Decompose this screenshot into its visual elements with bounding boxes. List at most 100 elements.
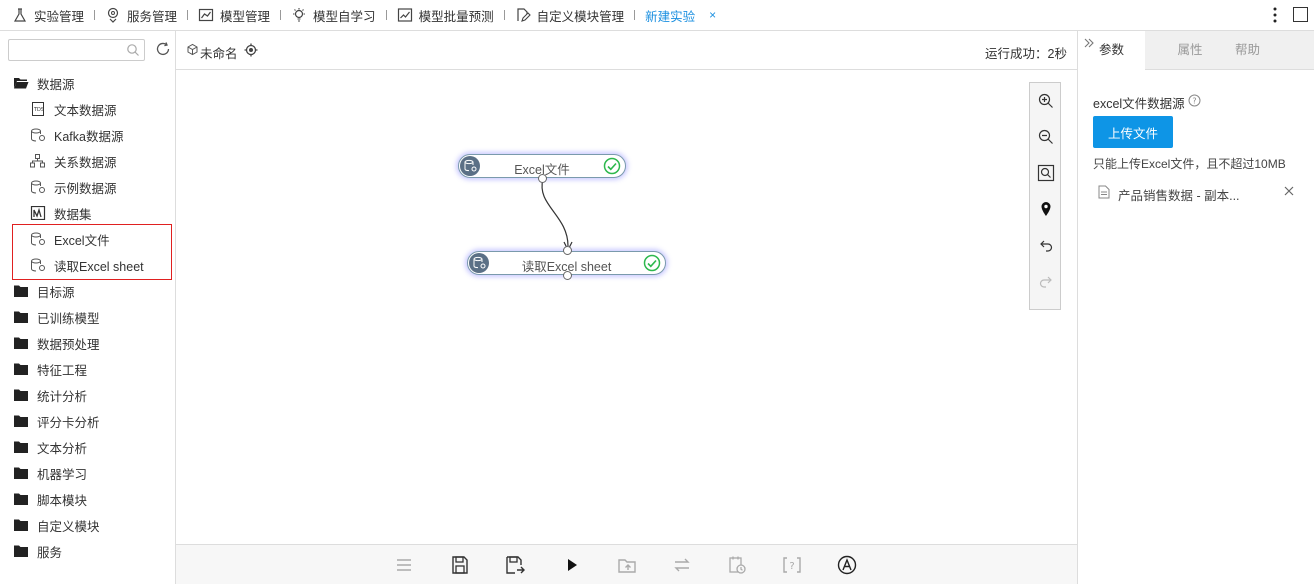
tree-folder[interactable]: 自定义模块 <box>0 512 176 538</box>
tree-folder[interactable]: 脚本模块 <box>0 486 176 512</box>
tree-folder[interactable]: 目标源 <box>0 278 176 304</box>
nav-divider <box>634 10 636 20</box>
auto-layout-icon[interactable] <box>837 555 857 575</box>
nav-custom-module-management[interactable]: 自定义模块管理 <box>515 0 625 30</box>
tree-item-sample-datasource[interactable]: 示例数据源 <box>0 174 176 200</box>
refresh-icon[interactable] <box>155 41 171 57</box>
output-port[interactable] <box>563 271 572 280</box>
tree-folder[interactable]: 特征工程 <box>0 356 176 382</box>
tree-item-excel-file[interactable]: Excel文件 <box>0 226 176 252</box>
close-icon[interactable] <box>1283 185 1295 197</box>
tab-close-icon[interactable]: × <box>709 8 716 22</box>
run-icon[interactable] <box>562 555 582 575</box>
property-panel: 参数 属性 帮助 excel文件数据源 ? 上传文件 只能上传Excel文件，且… <box>1077 31 1314 584</box>
tree-label: 示例数据源 <box>54 181 117 196</box>
undo-icon[interactable] <box>1037 236 1055 254</box>
nav-label: 服务管理 <box>127 9 178 24</box>
chevron-double-right-icon[interactable] <box>1083 37 1095 49</box>
gear-icon[interactable] <box>244 43 258 57</box>
redo-icon[interactable] <box>1037 272 1055 290</box>
tree-item-text-datasource[interactable]: TDS 文本数据源 <box>0 96 176 122</box>
nav-model-management[interactable]: 模型管理 <box>198 0 270 30</box>
lightbulb-icon <box>293 8 306 22</box>
tree-folder[interactable]: 统计分析 <box>0 382 176 408</box>
help-circle-icon[interactable]: ? <box>1188 94 1201 107</box>
bottom-toolbar: ? <box>176 544 1077 584</box>
nav-divider <box>385 10 387 20</box>
export-icon[interactable] <box>617 555 637 575</box>
nav-label: 模型自学习 <box>313 9 376 24</box>
nav-model-batch-prediction[interactable]: 模型批量预测 <box>397 0 494 30</box>
tree-folder[interactable]: 已训练模型 <box>0 304 176 330</box>
pen-doc-icon <box>516 8 531 22</box>
svg-text:TDS: TDS <box>33 107 44 113</box>
save-as-icon[interactable] <box>505 555 525 575</box>
nav-label: 自定义模块管理 <box>536 9 625 24</box>
nav-experiment-management[interactable]: 实验管理 <box>12 0 84 30</box>
tree-folder-datasource[interactable]: 数据源 <box>0 70 176 96</box>
edge-excel-to-sheet[interactable] <box>541 178 569 247</box>
tree-folder[interactable]: 文本分析 <box>0 434 176 460</box>
folder-icon <box>14 519 28 531</box>
folder-icon <box>14 389 28 401</box>
tree-folder[interactable]: 评分卡分析 <box>0 408 176 434</box>
search-input[interactable] <box>9 40 124 60</box>
zoom-out-icon[interactable] <box>1037 128 1055 146</box>
input-port[interactable] <box>563 246 572 255</box>
tree-label: 目标源 <box>37 285 75 300</box>
experiment-icon <box>187 43 198 56</box>
tree-label: 已训练模型 <box>37 311 100 326</box>
nav-divider <box>94 10 96 20</box>
tab-help[interactable]: 帮助 <box>1210 31 1285 70</box>
uploaded-file-name[interactable]: 产品销售数据 - 副本... <box>1118 185 1240 204</box>
tree-item-relational-datasource[interactable]: 关系数据源 <box>0 148 176 174</box>
nav-label: 模型管理 <box>220 9 271 24</box>
list-icon[interactable] <box>394 555 414 575</box>
search-icon[interactable] <box>126 43 140 57</box>
fullscreen-icon[interactable] <box>1293 7 1308 22</box>
tab-new-experiment-label: 新建实验 <box>645 9 696 24</box>
success-check-icon <box>603 157 621 175</box>
experiment-name[interactable]: 未命名 <box>200 43 238 62</box>
tree-item-dataset[interactable]: 数据集 <box>0 200 176 226</box>
database-gear-icon <box>31 232 45 246</box>
schedule-icon[interactable] <box>727 555 747 575</box>
tree-folder[interactable]: 服务 <box>0 538 176 564</box>
module-tree: 数据源 TDS 文本数据源 Kafka数据源 关系数据源 示例数据源 数据集 E… <box>0 70 176 564</box>
tree-label: 文本数据源 <box>54 103 117 118</box>
tree-label: 数据预处理 <box>37 337 100 352</box>
tab-new-experiment[interactable]: 新建实验 <box>645 0 695 30</box>
folder-icon <box>14 467 28 479</box>
tree-label: 数据源 <box>37 77 75 92</box>
database-gear-icon <box>31 128 45 142</box>
fit-view-icon[interactable] <box>1037 164 1055 182</box>
svg-text:?: ? <box>1192 97 1196 106</box>
folder-open-icon <box>14 78 29 89</box>
help-bracket-icon[interactable]: ? <box>782 555 802 575</box>
upload-file-button[interactable]: 上传文件 <box>1093 116 1173 148</box>
tree-item-read-excel-sheet[interactable]: 读取Excel sheet <box>0 252 176 278</box>
nav-service-management[interactable]: 服务管理 <box>105 0 177 30</box>
tree-label: 特征工程 <box>37 363 88 378</box>
relation-icon <box>30 154 45 168</box>
folder-icon <box>14 493 28 505</box>
tree-item-kafka-datasource[interactable]: Kafka数据源 <box>0 122 176 148</box>
search-box <box>8 39 145 61</box>
dataset-icon <box>30 206 46 220</box>
folder-icon <box>14 311 28 323</box>
nav-divider <box>280 10 282 20</box>
nav-model-self-learning[interactable]: 模型自学习 <box>291 0 376 30</box>
experiment-canvas[interactable]: Excel文件 读取Excel sheet <box>176 70 1077 544</box>
more-options-icon[interactable] <box>1268 6 1282 24</box>
tree-label: 服务 <box>37 545 63 560</box>
tab-label: 属性 <box>1177 43 1203 57</box>
save-icon[interactable] <box>450 555 470 575</box>
output-port[interactable] <box>538 174 547 183</box>
tree-folder[interactable]: 数据预处理 <box>0 330 176 356</box>
tree-folder[interactable]: 机器学习 <box>0 460 176 486</box>
locate-icon[interactable] <box>1037 200 1055 218</box>
tree-label: 关系数据源 <box>54 155 117 170</box>
zoom-in-icon[interactable] <box>1037 92 1055 110</box>
sync-icon[interactable] <box>672 555 692 575</box>
tree-label: Kafka数据源 <box>54 129 124 144</box>
